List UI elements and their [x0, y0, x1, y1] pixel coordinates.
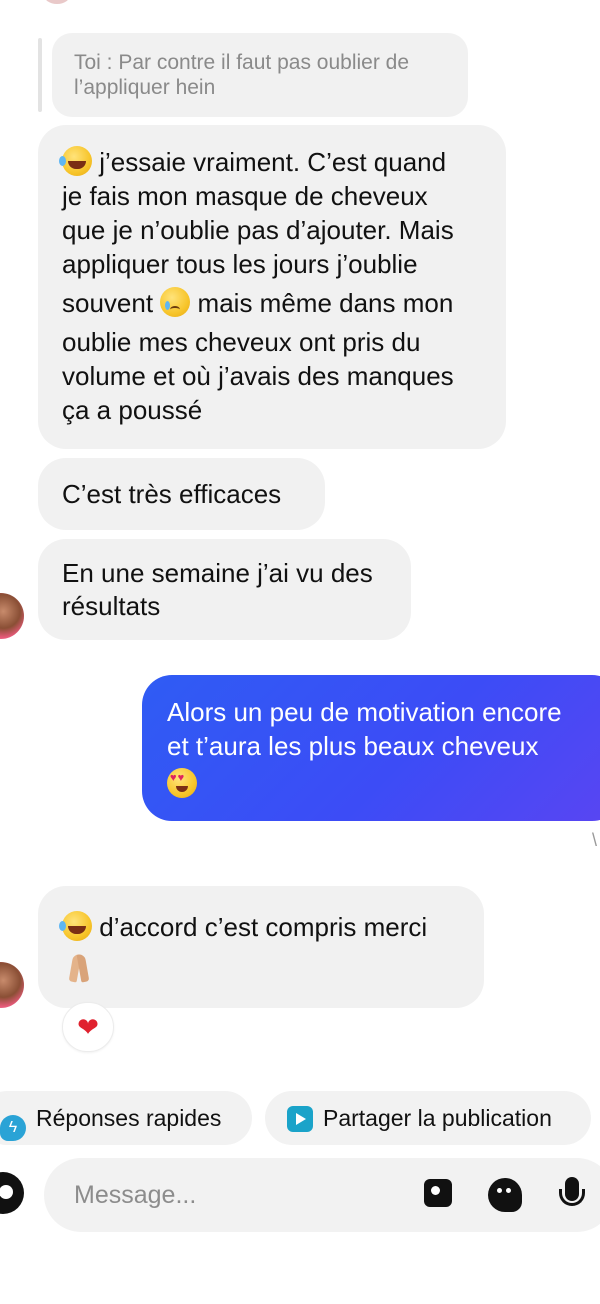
message-text: d’accord c’est compris merci [99, 912, 428, 942]
message-text: je fais mon masque de cheveux [62, 181, 428, 211]
partial-avatar [44, 0, 70, 4]
reply-preview-line-1: Toi : Par contre il faut pas oublier de [74, 51, 410, 74]
incoming-message-bubble[interactable]: C’est très efficaces [38, 458, 325, 530]
gallery-icon[interactable] [422, 1177, 458, 1213]
folded-hands-emoji-icon [62, 952, 96, 986]
message-text: souvent [62, 288, 154, 318]
heart-reaction[interactable]: ❤ [62, 1002, 114, 1052]
message-text: volume et où j’avais des manques [62, 361, 454, 391]
sender-avatar[interactable] [0, 962, 24, 1008]
bolt-icon: ϟ [0, 1115, 26, 1141]
replied-message-preview[interactable]: Toi : Par contre il faut pas oublier de … [52, 33, 468, 117]
message-text: ça a poussé [62, 395, 203, 425]
message-text: que je n’oublie pas d’ajouter. Mais [62, 215, 454, 245]
reply-indicator-bar [38, 38, 42, 112]
message-text: résultats [62, 591, 161, 621]
play-icon [287, 1106, 313, 1132]
incoming-message-bubble[interactable]: j’essaie vraiment. C’est quand je fais m… [38, 125, 506, 449]
outgoing-message-bubble[interactable]: Alors un peu de motivation encore et t’a… [142, 675, 600, 821]
incoming-message-bubble[interactable]: d’accord c’est compris merci [38, 886, 484, 1008]
message-input[interactable] [74, 1158, 394, 1232]
sender-avatar[interactable] [0, 593, 24, 639]
seen-indicator: \ [592, 830, 598, 850]
reply-preview-line-2: l’appliquer hein [74, 76, 216, 99]
message-text: appliquer tous les jours j’oublie [62, 249, 418, 279]
incoming-message-bubble[interactable]: En une semaine j’ai vu des résultats [38, 539, 411, 640]
share-post-label: Partager la publication [323, 1105, 552, 1131]
microphone-icon[interactable] [554, 1177, 590, 1213]
message-text: C’est très efficaces [62, 479, 282, 509]
message-text: En une semaine j’ai vu des [62, 558, 373, 588]
heart-eyes-emoji-icon [167, 768, 197, 798]
heart-icon: ❤ [77, 1012, 99, 1042]
message-text: oublie mes cheveux ont pris du [62, 327, 421, 357]
rolling-laughing-emoji-icon [59, 146, 92, 176]
sad-tear-emoji-icon [160, 287, 191, 317]
camera-button[interactable] [0, 1172, 24, 1214]
message-text: j’essaie vraiment. C’est quand [99, 147, 447, 177]
quick-replies-label: Réponses rapides [36, 1105, 222, 1131]
message-text: et t’aura les plus beaux cheveux [167, 731, 539, 761]
quick-replies-button[interactable]: ϟ Réponses rapides [0, 1091, 252, 1145]
tears-of-joy-emoji-icon [59, 911, 92, 941]
message-text: mais même dans mon [197, 288, 454, 318]
share-post-button[interactable]: Partager la publication [265, 1091, 591, 1145]
message-composer [44, 1158, 600, 1232]
message-text: Alors un peu de motivation encore [167, 697, 562, 727]
sticker-icon[interactable] [487, 1177, 523, 1213]
